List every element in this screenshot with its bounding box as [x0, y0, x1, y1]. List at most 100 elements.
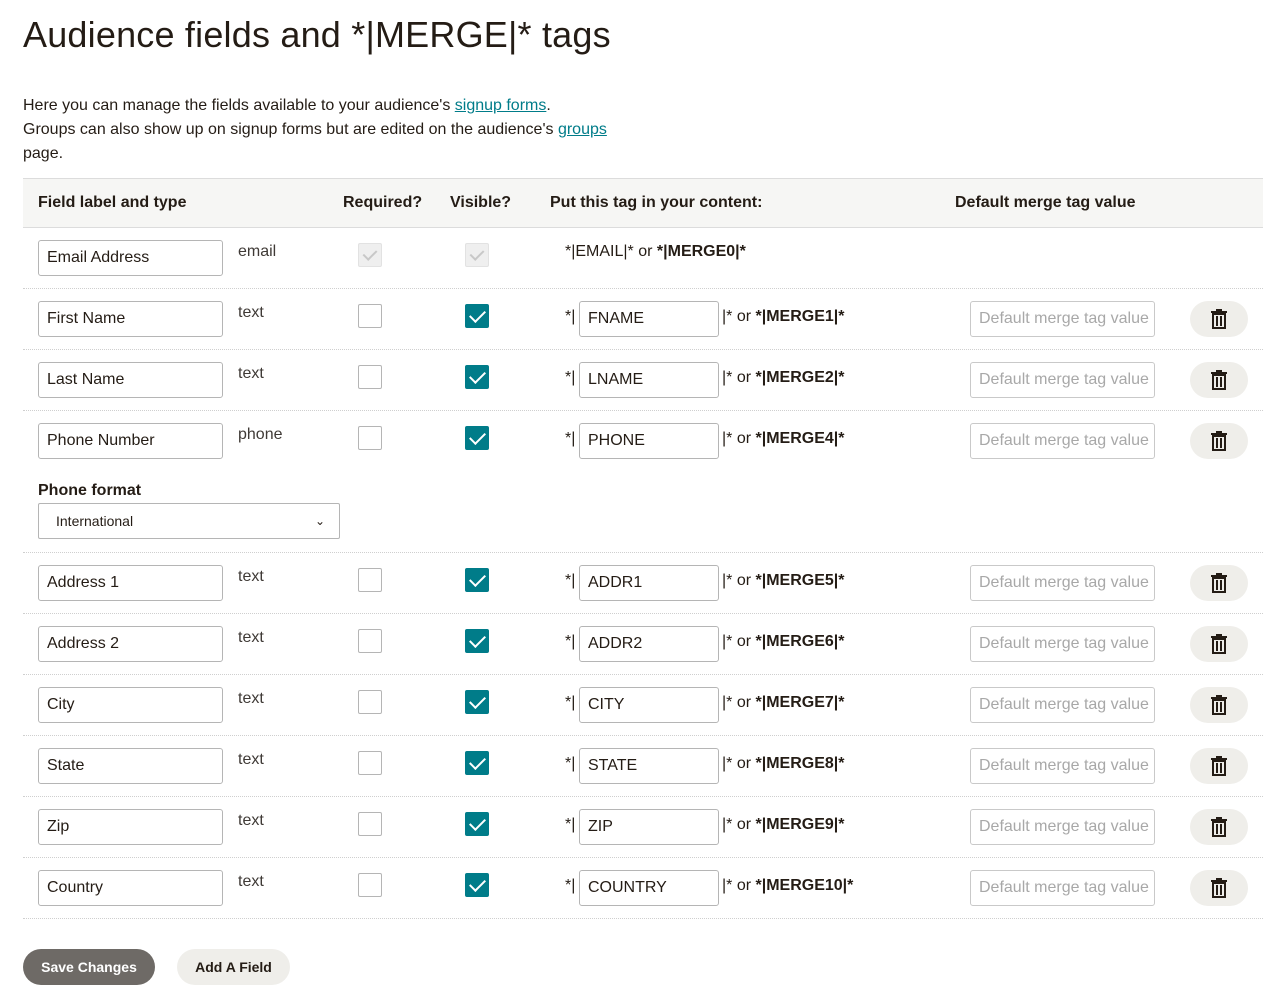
intro-line1-end: .	[546, 97, 551, 114]
add-field-button[interactable]: Add A Field	[177, 949, 290, 985]
field-label-input[interactable]: First Name	[38, 301, 223, 337]
delete-field-button[interactable]	[1190, 423, 1248, 459]
field-label-input[interactable]: Zip	[38, 809, 223, 845]
merge-tag-input[interactable]: ADDR1	[579, 565, 719, 601]
default-value-input[interactable]: Default merge tag value	[970, 423, 1155, 459]
visible-checkbox[interactable]	[465, 568, 489, 592]
merge-code: *|MERGE7|*	[755, 694, 845, 711]
visible-checkbox[interactable]	[465, 690, 489, 714]
email-merge-code: *|MERGE0|*	[656, 243, 746, 260]
required-checkbox[interactable]	[358, 304, 382, 328]
visible-checkbox[interactable]	[465, 751, 489, 775]
default-value-input[interactable]: Default merge tag value	[970, 687, 1155, 723]
table-row: State text *| STATE |* or *|MERGE8|* Def…	[23, 736, 1263, 797]
field-label-input[interactable]: State	[38, 748, 223, 784]
visible-checkbox[interactable]	[465, 629, 489, 653]
header-label: Field label and type	[38, 194, 187, 211]
field-label-input[interactable]: Phone Number	[38, 423, 223, 459]
table-row: Last Name text *| LNAME |* or *|MERGE2|*…	[23, 350, 1263, 411]
tag-suffix: |* or *|MERGE1|*	[722, 308, 844, 326]
required-checkbox[interactable]	[358, 426, 382, 450]
default-value-input[interactable]: Default merge tag value	[970, 870, 1155, 906]
visible-checkbox[interactable]	[465, 304, 489, 328]
trash-icon	[1211, 431, 1227, 451]
table-row: Zip text *| ZIP |* or *|MERGE9|* Default…	[23, 797, 1263, 858]
field-type: email	[238, 243, 277, 260]
merge-tag-input[interactable]: PHONE	[579, 423, 719, 459]
delete-field-button[interactable]	[1190, 626, 1248, 662]
visible-checkbox[interactable]	[465, 873, 489, 897]
merge-tag-input[interactable]: LNAME	[579, 362, 719, 398]
page-title: Audience fields and *|MERGE|* tags	[23, 14, 611, 55]
default-value-input[interactable]: Default merge tag value	[970, 626, 1155, 662]
tag-prefix: *|	[565, 633, 576, 650]
default-value-input[interactable]: Default merge tag value	[970, 809, 1155, 845]
save-changes-button[interactable]: Save Changes	[23, 949, 155, 985]
delete-field-button[interactable]	[1190, 809, 1248, 845]
field-type: text	[238, 304, 264, 321]
phone-format-value: International	[56, 513, 134, 529]
tag-suffix: |* or *|MERGE9|*	[722, 816, 844, 834]
trash-icon	[1211, 309, 1227, 329]
merge-code: *|MERGE10|*	[755, 877, 854, 894]
merge-code: *|MERGE6|*	[755, 633, 845, 650]
merge-tag-input[interactable]: ADDR2	[579, 626, 719, 662]
required-checkbox[interactable]	[358, 365, 382, 389]
field-type: phone	[238, 426, 283, 443]
tag-or: |* or	[722, 877, 756, 894]
required-checkbox[interactable]	[358, 629, 382, 653]
field-label-input[interactable]: Country	[38, 870, 223, 906]
tag-suffix: |* or *|MERGE5|*	[722, 572, 844, 590]
merge-tag-input[interactable]: CITY	[579, 687, 719, 723]
visible-checkbox[interactable]	[465, 812, 489, 836]
delete-field-button[interactable]	[1190, 870, 1248, 906]
field-type: text	[238, 873, 264, 890]
field-label-input[interactable]: City	[38, 687, 223, 723]
delete-field-button[interactable]	[1190, 362, 1248, 398]
merge-code: *|MERGE1|*	[755, 308, 845, 325]
groups-link[interactable]: groups	[558, 121, 607, 138]
table-row-email: Email Address email *|EMAIL|* or *|MERGE…	[23, 228, 1263, 289]
field-type: text	[238, 690, 264, 707]
delete-field-button[interactable]	[1190, 748, 1248, 784]
field-label-input[interactable]: Address 1	[38, 565, 223, 601]
required-checkbox[interactable]	[358, 751, 382, 775]
merge-tag-input[interactable]: ZIP	[579, 809, 719, 845]
merge-code: *|MERGE2|*	[755, 369, 845, 386]
merge-tag-input[interactable]: STATE	[579, 748, 719, 784]
table-header: Field label and type Required? Visible? …	[23, 178, 1263, 228]
required-checkbox[interactable]	[358, 873, 382, 897]
default-value-input[interactable]: Default merge tag value	[970, 301, 1155, 337]
header-visible: Visible?	[450, 194, 512, 211]
tag-or: |* or	[722, 816, 756, 833]
default-value-input[interactable]: Default merge tag value	[970, 362, 1155, 398]
required-checkbox[interactable]	[358, 812, 382, 836]
tag-prefix: *|	[565, 308, 576, 325]
default-value-input[interactable]: Default merge tag value	[970, 748, 1155, 784]
tag-suffix: |* or *|MERGE7|*	[722, 694, 844, 712]
field-label-input[interactable]: Last Name	[38, 362, 223, 398]
header-required: Required?	[343, 194, 423, 211]
signup-forms-link[interactable]: signup forms	[455, 97, 547, 114]
default-value-input[interactable]: Default merge tag value	[970, 565, 1155, 601]
field-label-input[interactable]: Address 2	[38, 626, 223, 662]
merge-tag-input[interactable]: COUNTRY	[579, 870, 719, 906]
visible-checkbox[interactable]	[465, 365, 489, 389]
merge-code: *|MERGE5|*	[755, 572, 845, 589]
field-type: text	[238, 568, 264, 585]
required-checkbox[interactable]	[358, 568, 382, 592]
required-checkbox[interactable]	[358, 690, 382, 714]
delete-field-button[interactable]	[1190, 301, 1248, 337]
merge-tag-input[interactable]: FNAME	[579, 301, 719, 337]
intro-line2: Groups can also show up on signup forms …	[23, 121, 558, 138]
tag-or: |* or	[722, 369, 756, 386]
delete-field-button[interactable]	[1190, 565, 1248, 601]
table-row: Address 2 text *| ADDR2 |* or *|MERGE6|*…	[23, 614, 1263, 675]
trash-icon	[1211, 817, 1227, 837]
field-label-input[interactable]: Email Address	[38, 240, 223, 276]
page: Audience fields and *|MERGE|* tags Here …	[0, 0, 1265, 985]
phone-format-select[interactable]: International ⌄	[38, 503, 340, 539]
table-row: Address 1 text *| ADDR1 |* or *|MERGE5|*…	[23, 553, 1263, 614]
visible-checkbox[interactable]	[465, 426, 489, 450]
delete-field-button[interactable]	[1190, 687, 1248, 723]
